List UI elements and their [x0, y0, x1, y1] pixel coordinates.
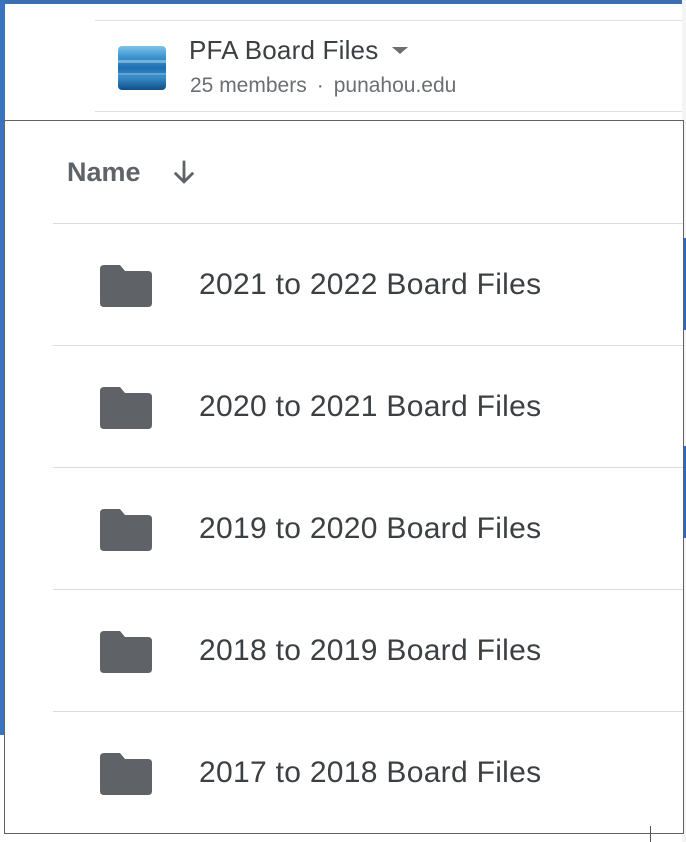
- folder-icon: [100, 631, 152, 673]
- divider: [95, 111, 682, 112]
- folder-row[interactable]: 2020 to 2021 Board Files: [53, 345, 683, 468]
- divider: [650, 826, 651, 842]
- shared-drive-thumbnail[interactable]: [118, 46, 166, 90]
- folder-name: 2018 to 2019 Board Files: [199, 634, 542, 667]
- name-column-header[interactable]: Name: [67, 154, 201, 190]
- folder-row[interactable]: 2021 to 2022 Board Files: [53, 223, 683, 346]
- divider: [95, 20, 682, 21]
- folder-name: 2019 to 2020 Board Files: [199, 512, 542, 545]
- folder-icon: [100, 509, 152, 551]
- separator: ·: [316, 74, 324, 97]
- folder-row[interactable]: 2018 to 2019 Board Files: [53, 589, 683, 712]
- member-count: 25 members: [190, 74, 307, 97]
- shared-drive-title-menu[interactable]: PFA Board Files: [189, 34, 409, 66]
- folder-name: 2021 to 2022 Board Files: [199, 268, 542, 301]
- drive-domain: punahou.edu: [333, 74, 457, 97]
- folder-row[interactable]: 2019 to 2020 Board Files: [53, 467, 683, 590]
- shared-drive-header: PFA Board Files 25 members · punahou.edu: [5, 4, 682, 120]
- folder-name: 2017 to 2018 Board Files: [199, 756, 542, 789]
- name-column-label: Name: [67, 156, 141, 187]
- shared-drive-name: PFA Board Files: [189, 34, 379, 65]
- folder-name: 2020 to 2021 Board Files: [199, 390, 542, 423]
- folder-icon: [100, 265, 152, 307]
- caret-down-icon[interactable]: [392, 46, 409, 54]
- file-list-panel: Name 2021 to 2022 Board Files 2020 to 20…: [4, 120, 684, 834]
- folder-icon: [100, 753, 152, 795]
- arrow-down-icon[interactable]: [167, 155, 201, 189]
- shared-drive-subtitle: 25 members · punahou.edu: [190, 74, 456, 98]
- folder-icon: [100, 387, 152, 429]
- folder-row[interactable]: 2017 to 2018 Board Files: [53, 711, 683, 834]
